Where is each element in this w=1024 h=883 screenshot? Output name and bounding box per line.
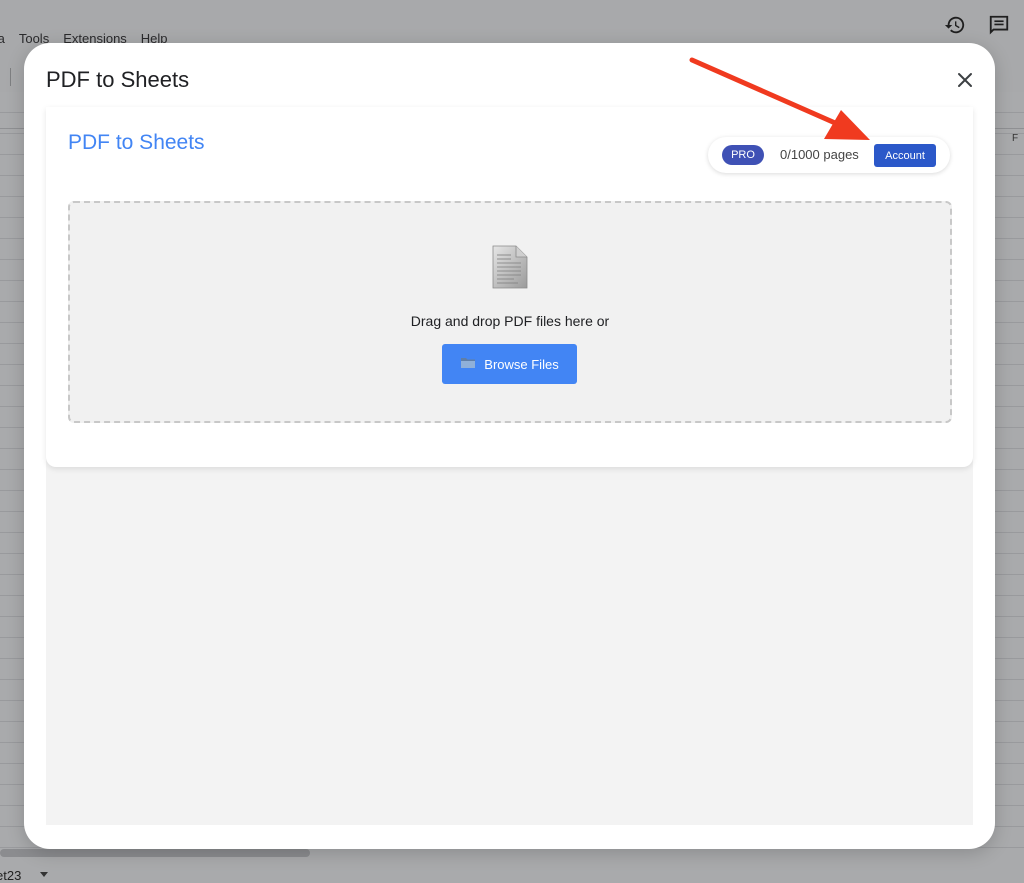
horizontal-scrollbar[interactable]: [0, 849, 310, 857]
menu-data[interactable]: ta: [0, 31, 5, 51]
browse-files-button[interactable]: Browse Files: [442, 344, 577, 384]
page-usage-counter: 0/1000 pages: [780, 147, 859, 162]
column-header-f: F: [1012, 133, 1019, 144]
pro-badge: PRO: [722, 145, 764, 165]
close-icon[interactable]: [954, 69, 976, 91]
browse-files-label: Browse Files: [484, 356, 559, 372]
toolbar-divider: [10, 68, 11, 86]
addon-content-area: PDF to Sheets PRO 0/1000 pages Account D…: [46, 107, 973, 825]
account-button[interactable]: Account: [874, 144, 936, 167]
folder-icon: [460, 356, 476, 372]
document-icon: [490, 243, 530, 291]
app-title: PDF to Sheets: [68, 131, 205, 154]
comment-icon[interactable]: [988, 14, 1010, 36]
pdf-to-sheets-dialog: PDF to Sheets PDF to Sheets PRO 0/1000 p…: [24, 43, 995, 849]
dialog-title: PDF to Sheets: [46, 67, 190, 92]
upload-card: PDF to Sheets PRO 0/1000 pages Account D…: [46, 107, 973, 467]
chevron-down-icon[interactable]: [40, 872, 48, 877]
history-icon[interactable]: [944, 14, 966, 36]
pdf-dropzone[interactable]: Drag and drop PDF files here or Browse F…: [68, 201, 952, 423]
account-status-bar: PRO 0/1000 pages Account: [708, 137, 950, 173]
spreadsheet-top-icons: [944, 14, 1010, 36]
dropzone-instructions: Drag and drop PDF files here or: [410, 313, 610, 329]
